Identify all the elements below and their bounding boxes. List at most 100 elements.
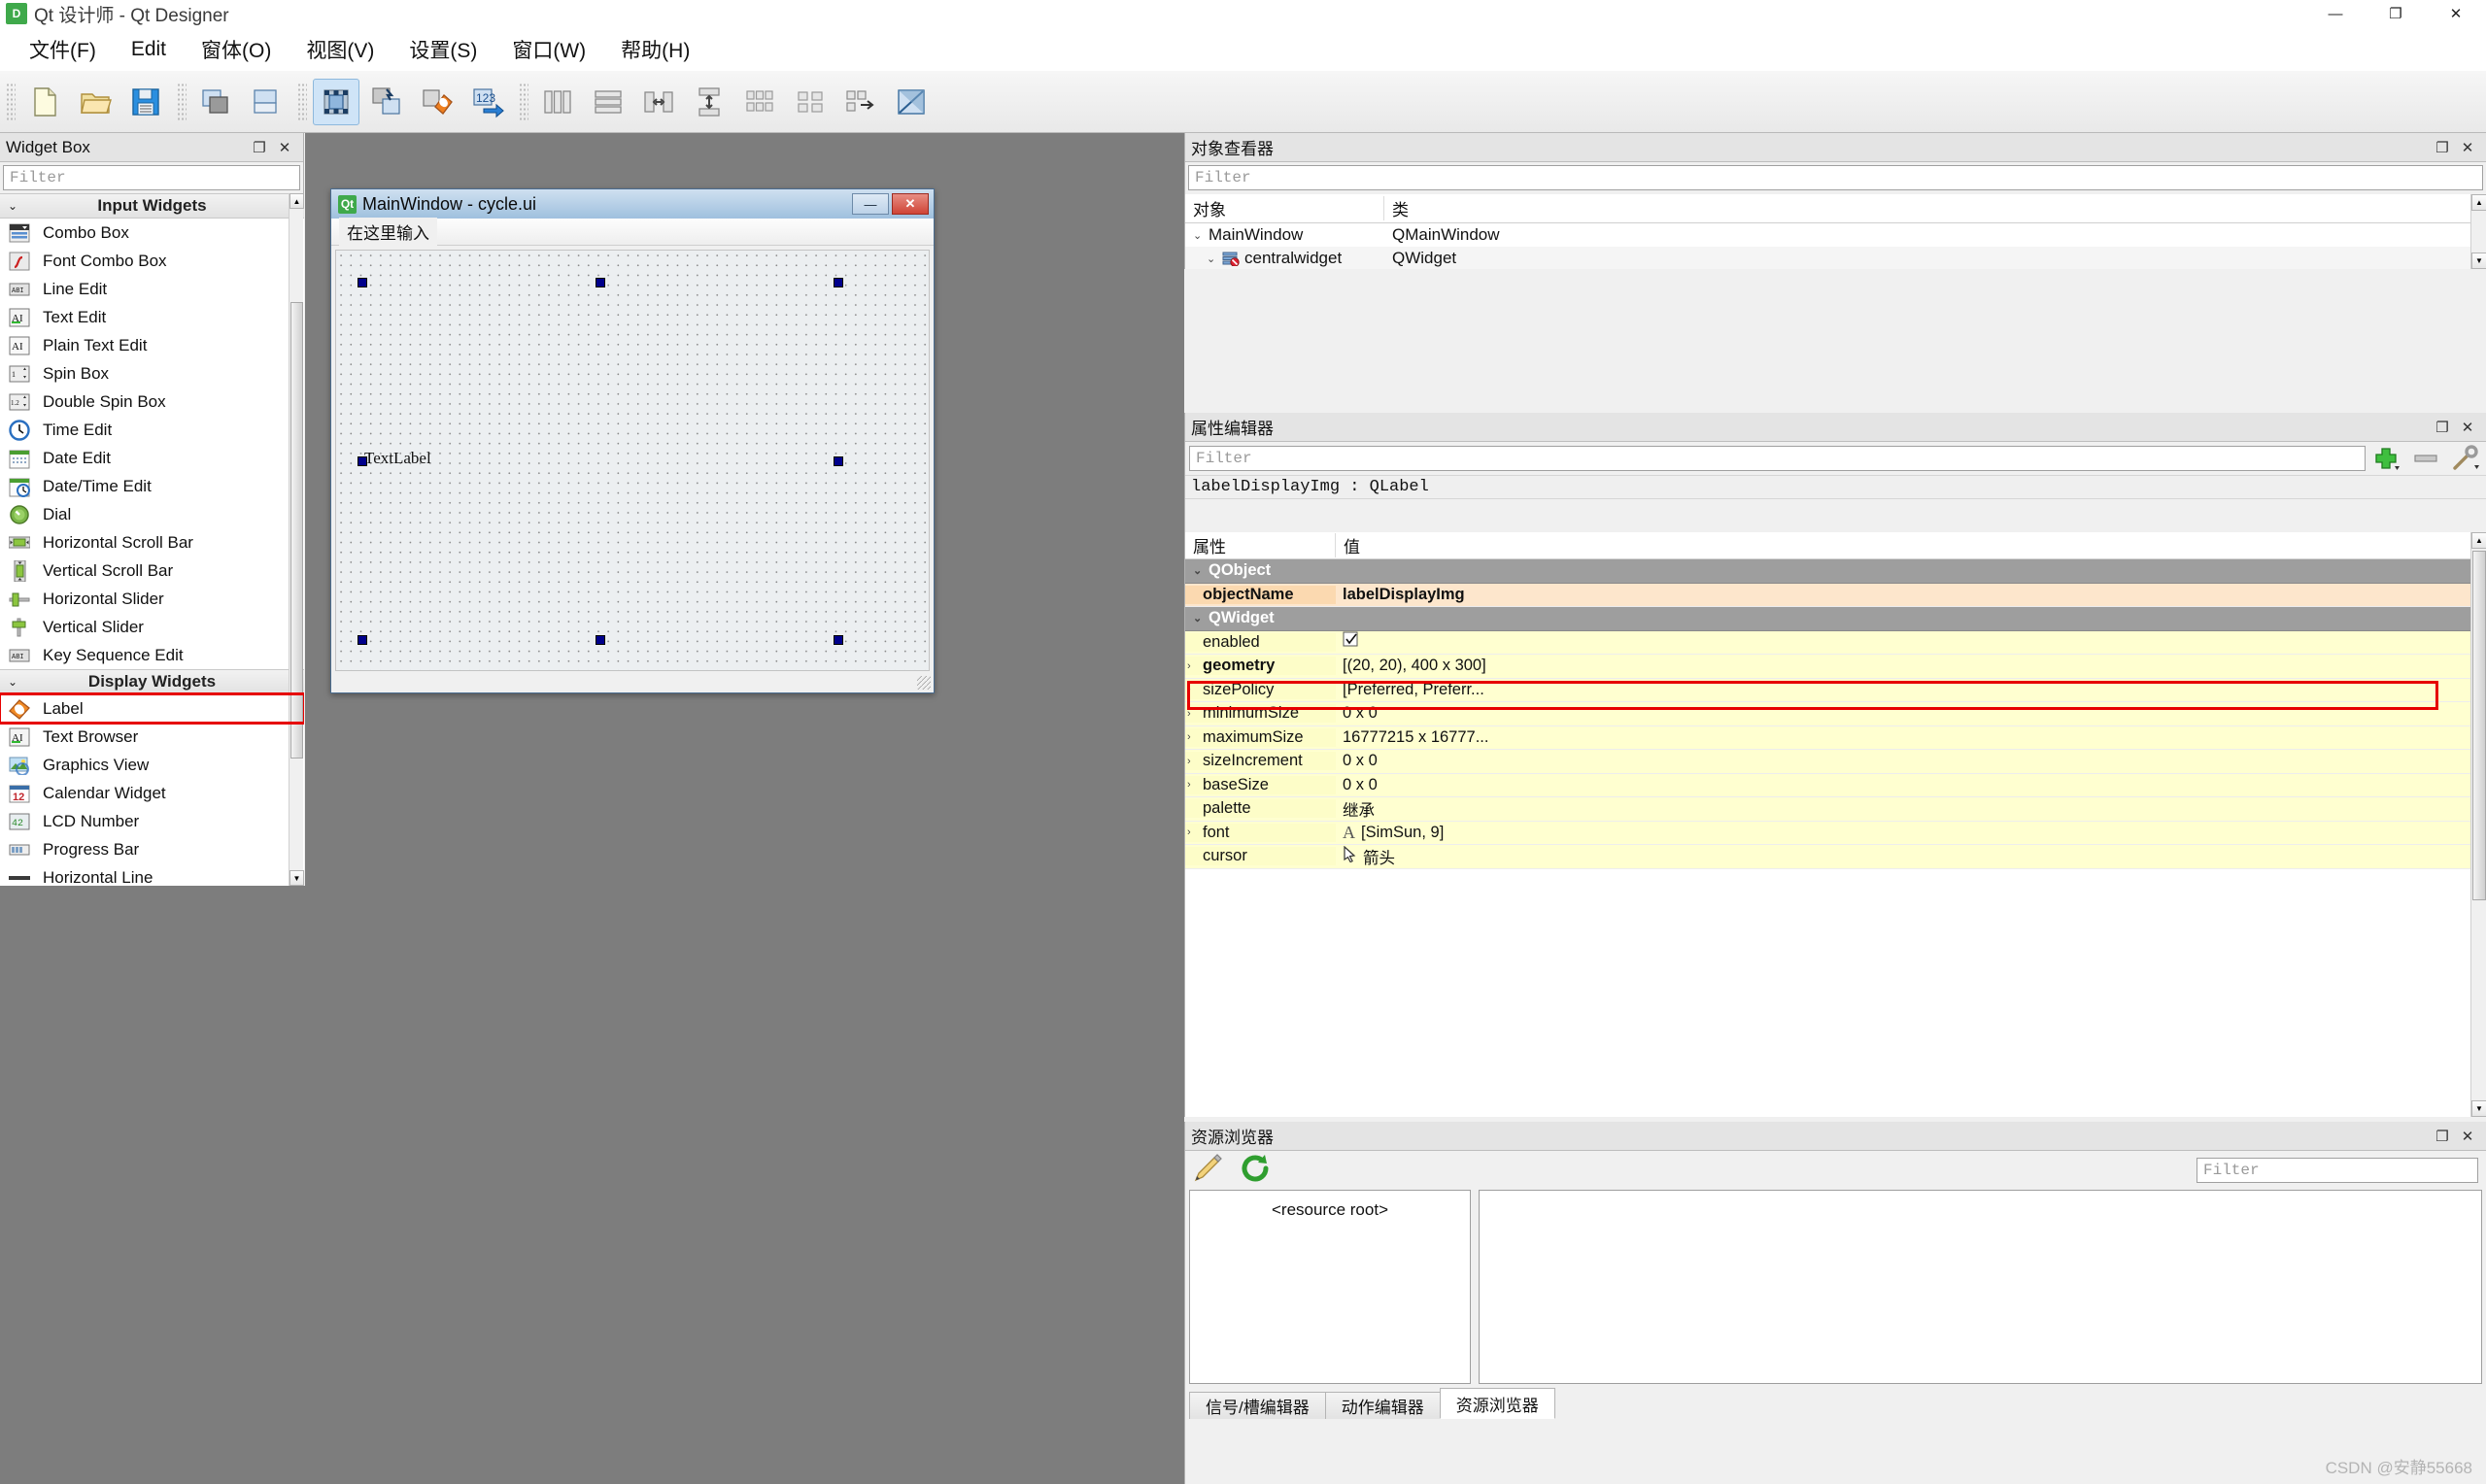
property-value[interactable]: [SimSun, 9]: [1361, 824, 1444, 842]
undo-icon[interactable]: [192, 79, 239, 125]
chevron-right-icon[interactable]: ›: [1187, 756, 1203, 767]
widget-item-lcd-number[interactable]: 42 LCD Number: [0, 807, 304, 835]
resize-handle-top-center[interactable]: [596, 278, 605, 287]
widget-item-vertical-scroll-bar[interactable]: Vertical Scroll Bar: [0, 556, 304, 585]
layout-form-icon[interactable]: [787, 79, 834, 125]
toolbar-grip-2[interactable]: [177, 83, 187, 121]
property-value[interactable]: [Preferred, Preferr...: [1343, 681, 1484, 699]
scroll-down-icon[interactable]: ▼: [2471, 253, 2486, 269]
property-row-enabled[interactable]: enabled: [1185, 631, 2470, 656]
widget-item-key-sequence-edit[interactable]: ABI Key Sequence Edit: [0, 641, 304, 669]
object-inspector-tree[interactable]: 对象 类 ⌄ MainWindow QMainWindow ⌄ centralw…: [1185, 194, 2470, 269]
resize-handle-middle-right[interactable]: [834, 456, 843, 466]
widget-item-double-spin-box[interactable]: 1.2 Double Spin Box: [0, 388, 304, 416]
form-canvas[interactable]: TextLabel: [335, 250, 930, 671]
enabled-checkbox[interactable]: [1343, 631, 1359, 653]
open-form-icon[interactable]: [72, 79, 119, 125]
undock-icon[interactable]: ❐: [2430, 416, 2455, 439]
menu-form[interactable]: 窗体(O): [184, 31, 289, 68]
chevron-right-icon[interactable]: ›: [1187, 826, 1203, 838]
chevron-down-icon[interactable]: ⌄: [1193, 229, 1209, 242]
tab-signal-slot-editor[interactable]: 信号/槽编辑器: [1189, 1392, 1326, 1419]
widget-item-text-edit[interactable]: AI Text Edit: [0, 303, 304, 331]
widget-item-font-combo-box[interactable]: Font Combo Box: [0, 247, 304, 275]
edit-widgets-icon[interactable]: [313, 79, 359, 125]
resource-preview[interactable]: [1479, 1190, 2482, 1384]
remove-property-icon[interactable]: [2410, 445, 2443, 472]
resource-browser-filter[interactable]: [2197, 1158, 2478, 1183]
property-table[interactable]: 属性 值 ⌄ QObject objectName labelDisplayIm…: [1185, 532, 2470, 1117]
toolbar-grip-3[interactable]: [297, 83, 307, 121]
adjust-size-icon[interactable]: [888, 79, 935, 125]
property-value[interactable]: 0 x 0: [1343, 776, 1378, 794]
tab-resource-browser[interactable]: 资源浏览器: [1440, 1388, 1555, 1419]
menu-edit[interactable]: Edit: [114, 34, 184, 65]
resize-handle-top-left[interactable]: [358, 278, 367, 287]
tab-action-editor[interactable]: 动作编辑器: [1325, 1392, 1441, 1419]
widget-item-vertical-slider[interactable]: Vertical Slider: [0, 613, 304, 641]
menu-view[interactable]: 视图(V): [289, 31, 392, 68]
chevron-right-icon[interactable]: ›: [1187, 660, 1203, 672]
resource-browser-filter-input[interactable]: [2203, 1162, 2471, 1179]
property-value[interactable]: labelDisplayImg: [1343, 586, 1465, 604]
widget-item-line-edit[interactable]: ABI Line Edit: [0, 275, 304, 303]
widget-category-input-widgets[interactable]: ⌄ Input Widgets: [0, 193, 304, 219]
widget-item-plain-text-edit[interactable]: AI Plain Text Edit: [0, 331, 304, 359]
property-row-font[interactable]: › font A [SimSun, 9]: [1185, 822, 2470, 846]
property-editor-filter[interactable]: [1189, 446, 2366, 471]
object-inspector-filter-input[interactable]: [1195, 169, 2476, 186]
scroll-up-icon[interactable]: ▲: [2471, 194, 2486, 211]
widget-item-calendar-widget[interactable]: 12 Calendar Widget: [0, 779, 304, 807]
edit-signals-slots-icon[interactable]: [363, 79, 410, 125]
menu-file[interactable]: 文件(F): [12, 31, 114, 68]
widget-item-text-browser[interactable]: AI Text Browser: [0, 723, 304, 751]
chevron-right-icon[interactable]: ›: [1187, 708, 1203, 720]
property-value[interactable]: 16777215 x 16777...: [1343, 728, 1488, 747]
form-minimize-button[interactable]: —: [852, 193, 889, 215]
widget-item-horizontal-scroll-bar[interactable]: Horizontal Scroll Bar: [0, 528, 304, 556]
undock-icon[interactable]: ❐: [2430, 1125, 2455, 1148]
close-icon[interactable]: ✕: [2455, 416, 2480, 439]
property-group-qobject[interactable]: ⌄ QObject: [1185, 559, 2470, 584]
resize-handle-bottom-left[interactable]: [358, 635, 367, 645]
property-value[interactable]: 0 x 0: [1343, 704, 1378, 723]
widget-box-filter-input[interactable]: [10, 169, 293, 186]
chevron-down-icon[interactable]: ⌄: [1193, 564, 1209, 577]
property-editor-scrollbar[interactable]: ▲ ▼: [2470, 532, 2486, 1117]
resize-handle-bottom-center[interactable]: [596, 635, 605, 645]
layout-horizontally-icon[interactable]: [534, 79, 581, 125]
resource-tree[interactable]: <resource root>: [1189, 1190, 1471, 1384]
widget-item-graphics-view[interactable]: Graphics View: [0, 751, 304, 779]
form-resize-grip[interactable]: [917, 676, 931, 690]
add-property-icon[interactable]: [2371, 445, 2404, 472]
widget-item-date-edit[interactable]: Date Edit: [0, 444, 304, 472]
property-row-maximumSize[interactable]: › maximumSize 16777215 x 16777...: [1185, 726, 2470, 751]
break-layout-icon[interactable]: [837, 79, 884, 125]
property-row-geometry[interactable]: › geometry [(20, 20), 400 x 300]: [1185, 655, 2470, 679]
widget-item-date-time-edit[interactable]: Date/Time Edit: [0, 472, 304, 500]
property-row-baseSize[interactable]: › baseSize 0 x 0: [1185, 774, 2470, 798]
edit-buddies-icon[interactable]: [414, 79, 460, 125]
minimize-button[interactable]: —: [2305, 0, 2366, 27]
scroll-down-icon[interactable]: ▼: [2471, 1100, 2486, 1117]
widget-item-combo-box[interactable]: Combo Box: [0, 219, 304, 247]
table-row[interactable]: ⌄ MainWindow QMainWindow: [1185, 223, 2470, 247]
widget-category-display-widgets[interactable]: ⌄ Display Widgets: [0, 669, 304, 694]
widget-box-filter[interactable]: [3, 165, 300, 190]
property-row-cursor[interactable]: cursor 箭头: [1185, 845, 2470, 869]
table-row[interactable]: ⌄ centralwidget QWidget: [1185, 247, 2470, 269]
property-row-palette[interactable]: palette 继承: [1185, 797, 2470, 822]
property-row-minimumSize[interactable]: › minimumSize 0 x 0: [1185, 702, 2470, 726]
resize-handle-bottom-right[interactable]: [834, 635, 843, 645]
menu-help[interactable]: 帮助(H): [603, 31, 707, 68]
reload-icon[interactable]: [1240, 1154, 1273, 1188]
toolbar-grip[interactable]: [6, 83, 16, 121]
edit-tab-order-icon[interactable]: 123: [464, 79, 511, 125]
close-button[interactable]: ✕: [2426, 0, 2486, 27]
chevron-right-icon[interactable]: ›: [1187, 779, 1203, 791]
property-group-qwidget[interactable]: ⌄ QWidget: [1185, 607, 2470, 631]
object-inspector-scrollbar[interactable]: ▲ ▼: [2470, 194, 2486, 269]
scroll-up-icon[interactable]: ▲: [2471, 532, 2486, 549]
chevron-right-icon[interactable]: ›: [1187, 731, 1203, 743]
layout-splitter-horizontal-icon[interactable]: [635, 79, 682, 125]
